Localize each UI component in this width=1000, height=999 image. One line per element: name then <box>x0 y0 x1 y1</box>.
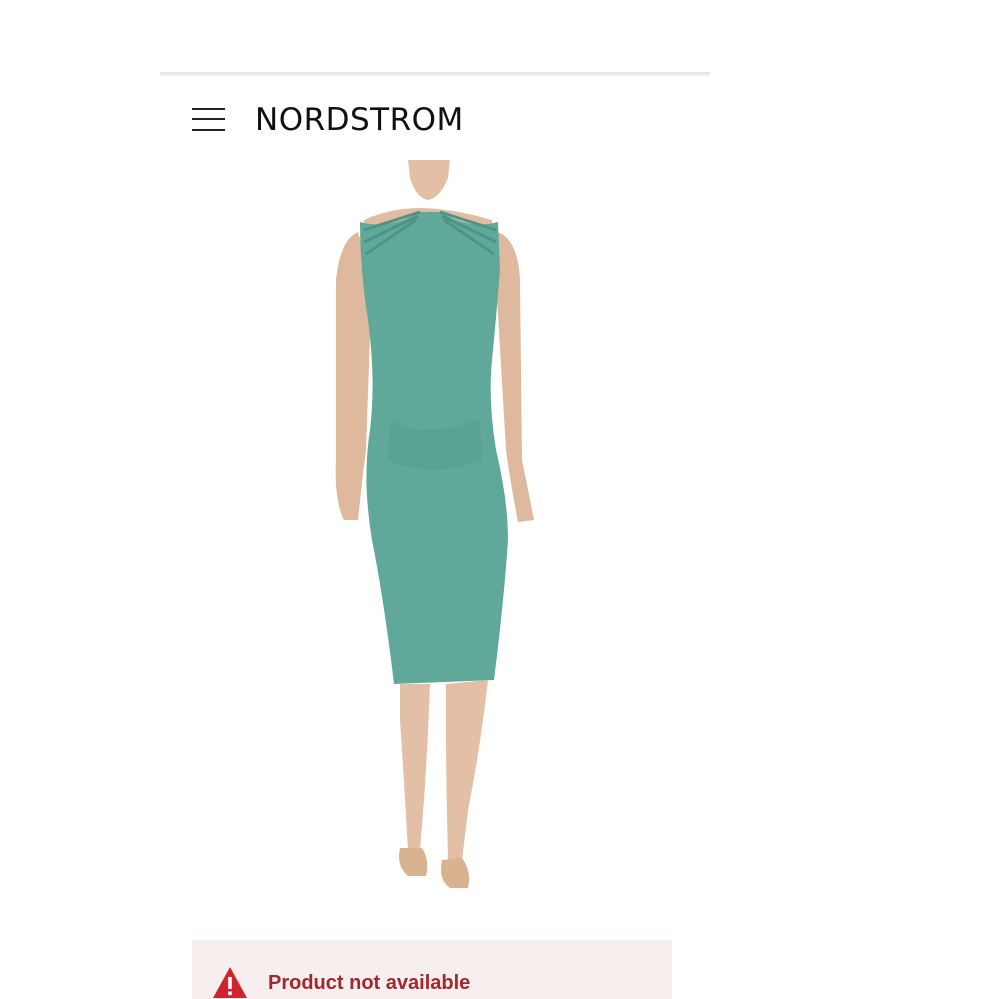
product-image[interactable] <box>300 160 580 900</box>
site-header: NORDSTROM <box>160 84 710 154</box>
warning-triangle-icon <box>213 967 247 998</box>
product-unavailable-alert: Product not available <box>192 940 672 999</box>
top-divider <box>160 72 710 76</box>
product-page: NORDSTROM Product not available <box>0 0 1000 999</box>
alert-message: Product not available <box>268 972 471 994</box>
brand-logo[interactable]: NORDSTROM <box>255 102 464 138</box>
hamburger-menu-icon[interactable] <box>190 104 226 136</box>
